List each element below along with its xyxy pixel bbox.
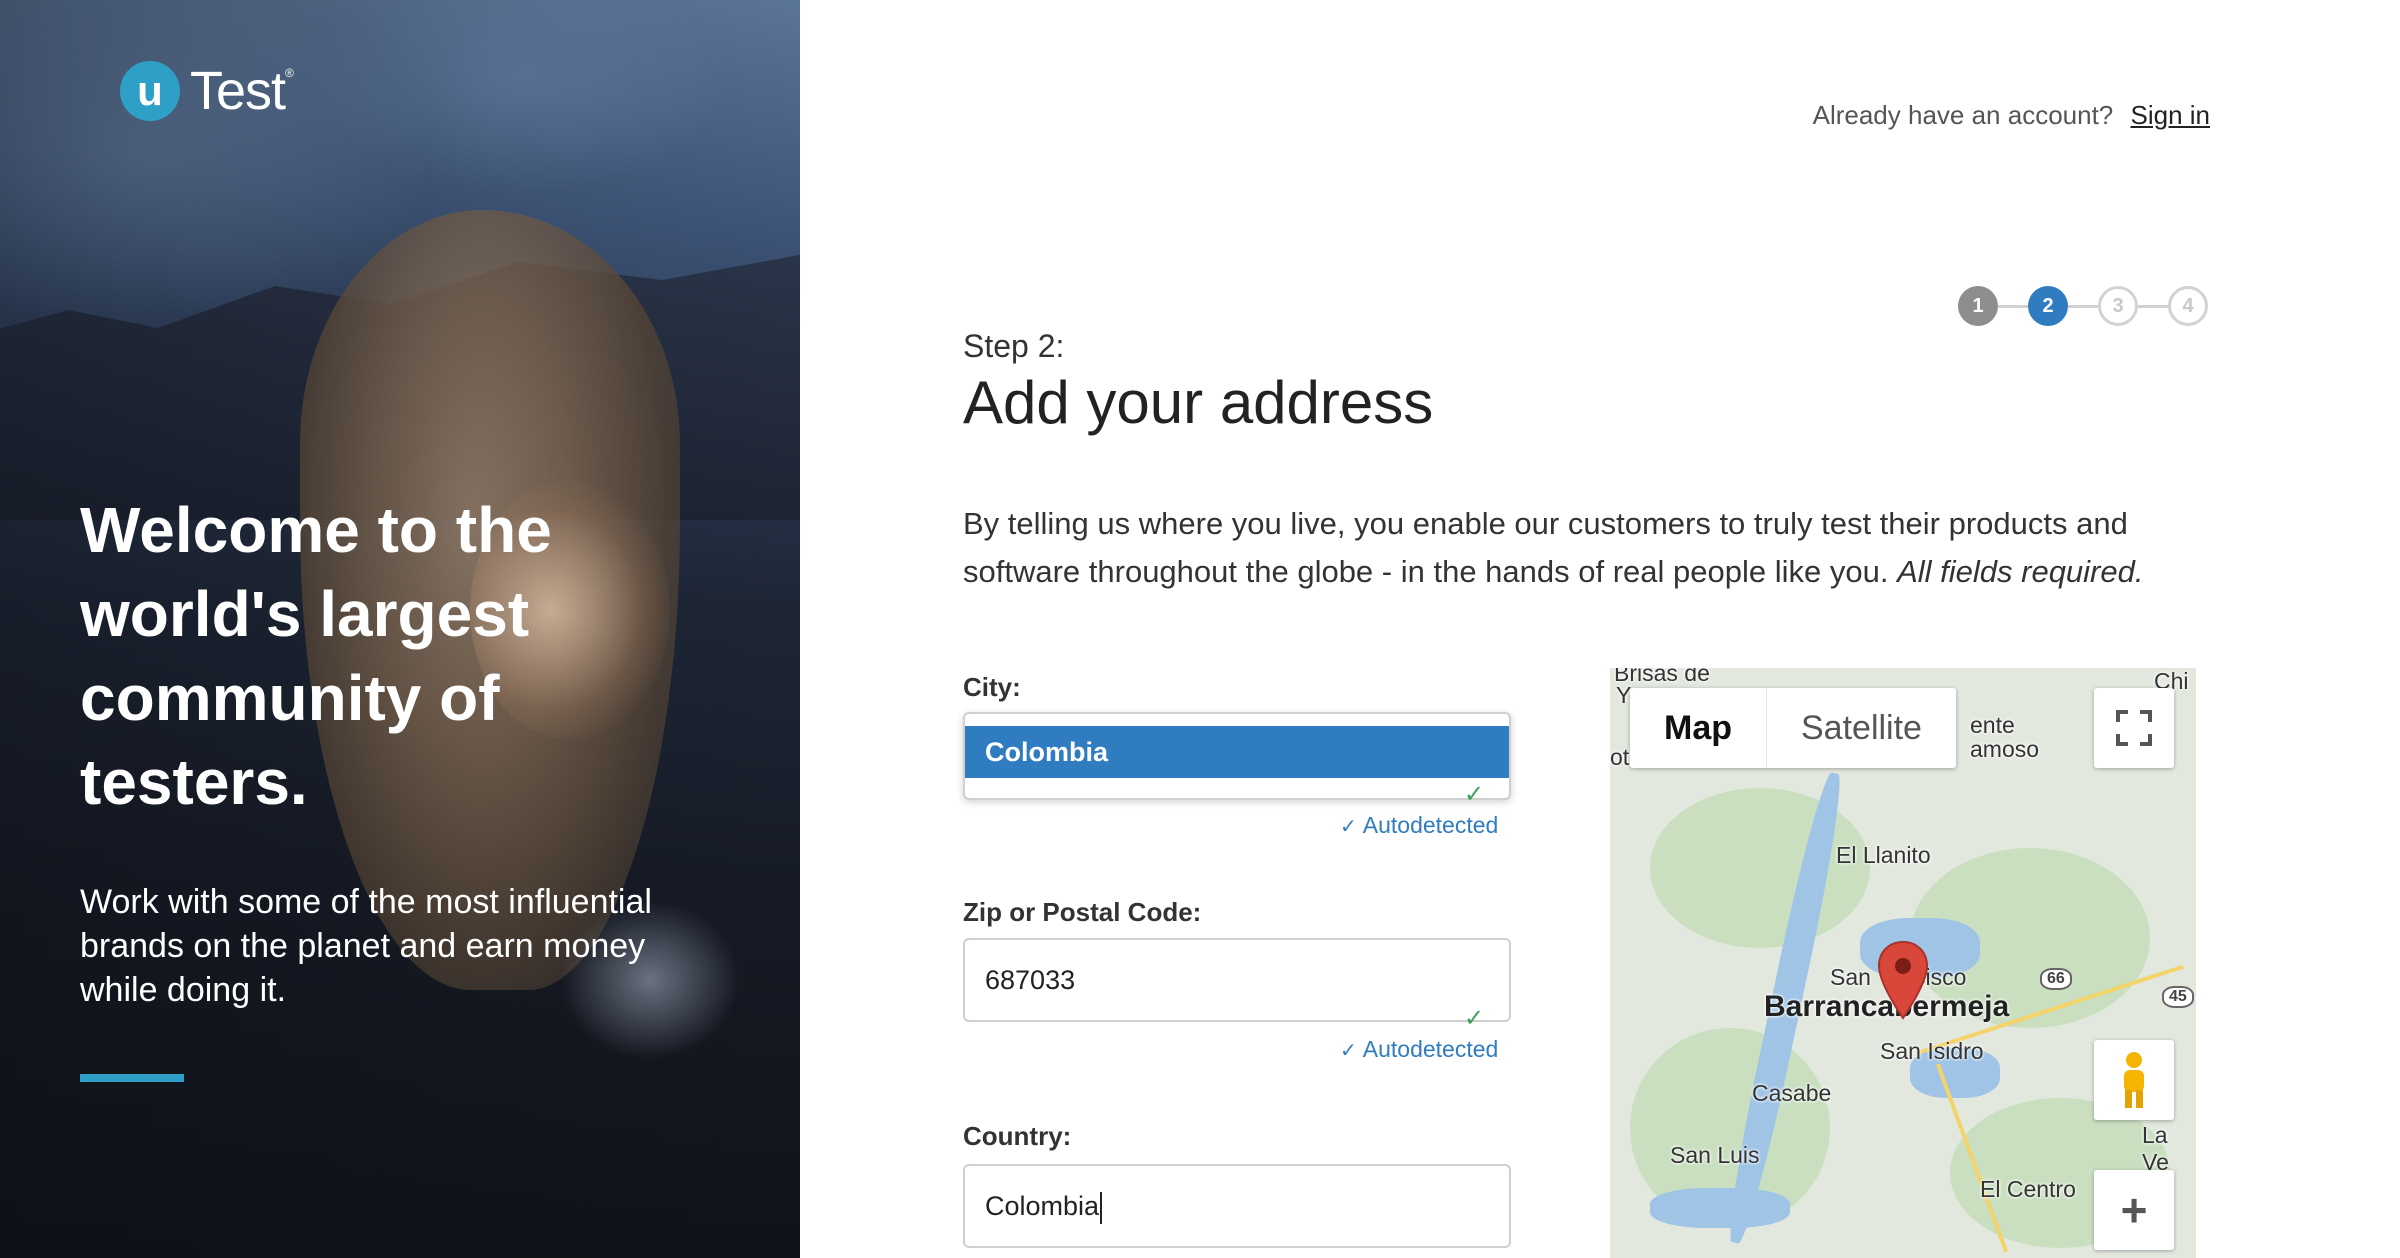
- fullscreen-icon: [2116, 710, 2152, 746]
- intro-emphasis: All fields required.: [1897, 554, 2144, 589]
- map-label: San Luis: [1670, 1142, 1760, 1168]
- city-dropdown[interactable]: Colombia: [963, 712, 1511, 800]
- map-label: El Llanito: [1836, 842, 1931, 868]
- map-label: San Isidro: [1880, 1038, 1984, 1064]
- zip-input[interactable]: 687033: [963, 938, 1511, 1022]
- city-label: City:: [963, 672, 1021, 702]
- step-2: 2: [2028, 286, 2068, 326]
- step-4: 4: [2168, 286, 2208, 326]
- progress-stepper: 1 2 3 4: [1958, 286, 2208, 326]
- utest-logo[interactable]: u Test ®: [120, 60, 294, 122]
- pegman-icon: [2124, 1052, 2144, 1108]
- account-prompt: Already have an account? Sign in: [1813, 100, 2210, 131]
- logo-mark: u: [120, 61, 180, 121]
- checkmark-icon: ✓: [1340, 1040, 1357, 1062]
- logo-text: Test: [190, 61, 286, 121]
- map-label: ente: [1970, 712, 2015, 738]
- page-title: Add your address: [963, 369, 1434, 436]
- fullscreen-button[interactable]: [2094, 688, 2174, 768]
- step-label: Step 2:: [963, 328, 1065, 364]
- checkmark-icon: ✓: [1340, 816, 1357, 838]
- country-input[interactable]: Colombia: [963, 1164, 1511, 1248]
- street-view-button[interactable]: [2094, 1040, 2174, 1120]
- city-autodetected: ✓ Autodetected: [1340, 812, 1498, 839]
- zip-check-icon: ✓: [1464, 1005, 1485, 1032]
- step-1: 1: [1958, 286, 1998, 326]
- step-connector: [1998, 304, 2028, 308]
- step-3: 3: [2098, 286, 2138, 326]
- map-label: San: [1830, 964, 1871, 990]
- sign-in-link[interactable]: Sign in: [2131, 100, 2211, 130]
- city-autodetected-text: Autodetected: [1362, 812, 1499, 838]
- route-shield-45: 45: [2162, 986, 2194, 1008]
- country-input-value: Colombia: [985, 1191, 1100, 1221]
- zip-autodetected-text: Autodetected: [1362, 1036, 1499, 1062]
- city-option-selected[interactable]: Colombia: [965, 726, 1509, 778]
- hero-subtitle: Work with some of the most influential b…: [80, 883, 652, 1009]
- location-pin-icon: [1877, 940, 1929, 1020]
- hero-panel: u Test ® Welcome to the world's largest …: [0, 0, 800, 1258]
- step-connector: [2138, 304, 2168, 308]
- map-type-map-button[interactable]: Map: [1630, 688, 1767, 768]
- text-caret: [1100, 1191, 1103, 1224]
- map-lake: [1650, 1188, 1790, 1228]
- step-connector: [2068, 304, 2098, 308]
- map-label: Casabe: [1752, 1080, 1832, 1106]
- zoom-in-button[interactable]: +: [2094, 1170, 2174, 1250]
- city-check-icon: ✓: [1464, 781, 1485, 808]
- zip-label: Zip or Postal Code:: [963, 897, 1202, 927]
- hero-title: Welcome to the world's largest community…: [80, 494, 552, 818]
- map-type-satellite-button[interactable]: Satellite: [1767, 688, 1956, 768]
- intro-text: By telling us where you live, you enable…: [963, 500, 2203, 596]
- map-type-toggle: Map Satellite: [1630, 688, 1956, 768]
- map-label: amoso: [1970, 736, 2040, 762]
- map-label: El Centro: [1980, 1176, 2076, 1202]
- route-shield-66: 66: [2040, 968, 2072, 990]
- zip-autodetected: ✓ Autodetected: [1340, 1036, 1498, 1063]
- map-label: La Ve: [2142, 1122, 2169, 1175]
- hero-accent-bar: [80, 1074, 184, 1082]
- map-marker-icon[interactable]: [1876, 940, 1930, 1027]
- logo-registered: ®: [285, 66, 294, 80]
- account-prompt-text: Already have an account?: [1812, 100, 2114, 130]
- country-label: Country:: [963, 1121, 1072, 1151]
